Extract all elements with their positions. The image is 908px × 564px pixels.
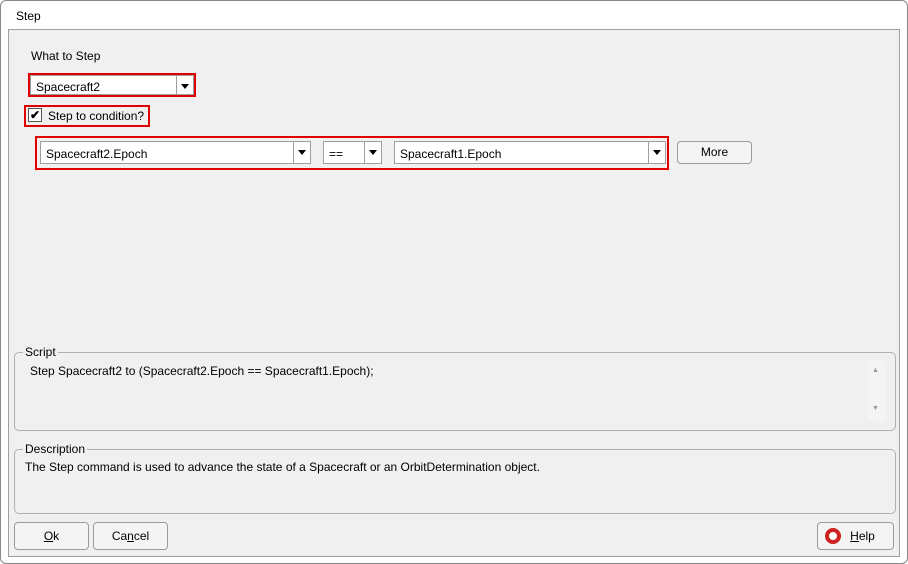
label: cel: [133, 529, 150, 543]
condition-right-combo[interactable]: Spacecraft1.Epoch: [394, 141, 666, 164]
mnemonic: n: [127, 529, 134, 543]
step-to-condition-label: Step to condition?: [48, 109, 145, 123]
more-button[interactable]: More: [677, 141, 752, 164]
combo-value: Spacecraft1.Epoch: [400, 147, 502, 161]
scrollbar[interactable]: ▲ ▼: [868, 361, 885, 421]
checkmark-icon: ✔: [29, 108, 41, 122]
scroll-up-icon[interactable]: ▲: [872, 367, 879, 374]
what-to-step-label: What to Step: [31, 49, 101, 63]
script-label: Script: [23, 345, 58, 359]
mnemonic: H: [850, 529, 859, 543]
condition-operator-combo[interactable]: ==: [323, 141, 382, 164]
label: Ca: [111, 529, 128, 543]
cancel-button[interactable]: Cancel: [93, 522, 168, 550]
label: k: [53, 529, 60, 543]
window-title: Step: [16, 9, 41, 23]
lifebuoy-icon: [825, 528, 841, 544]
description-group: Description The Step command is used to …: [14, 442, 896, 514]
chevron-down-icon[interactable]: [176, 76, 193, 94]
combo-value: Spacecraft2.Epoch: [46, 147, 148, 161]
combo-value: ==: [329, 147, 344, 161]
chevron-down-icon[interactable]: [648, 142, 665, 163]
step-to-condition-checkbox[interactable]: ✔: [28, 108, 42, 122]
script-text[interactable]: Step Spacecraft2 to (Spacecraft2.Epoch =…: [30, 364, 374, 378]
chevron-down-icon[interactable]: [293, 142, 310, 163]
mnemonic: O: [43, 529, 54, 543]
what-to-step-combo[interactable]: Spacecraft2: [30, 75, 194, 95]
description-label: Description: [23, 442, 88, 456]
label: elp: [858, 529, 875, 543]
chevron-down-icon[interactable]: [364, 142, 381, 163]
scroll-down-icon[interactable]: ▼: [872, 405, 879, 412]
help-button[interactable]: Help: [817, 522, 894, 550]
condition-left-combo[interactable]: Spacecraft2.Epoch: [40, 141, 311, 164]
ok-button[interactable]: Ok: [14, 522, 89, 550]
combo-value: Spacecraft2: [36, 80, 101, 94]
script-group: Script Step Spacecraft2 to (Spacecraft2.…: [14, 345, 896, 431]
description-text: The Step command is used to advance the …: [25, 460, 540, 474]
